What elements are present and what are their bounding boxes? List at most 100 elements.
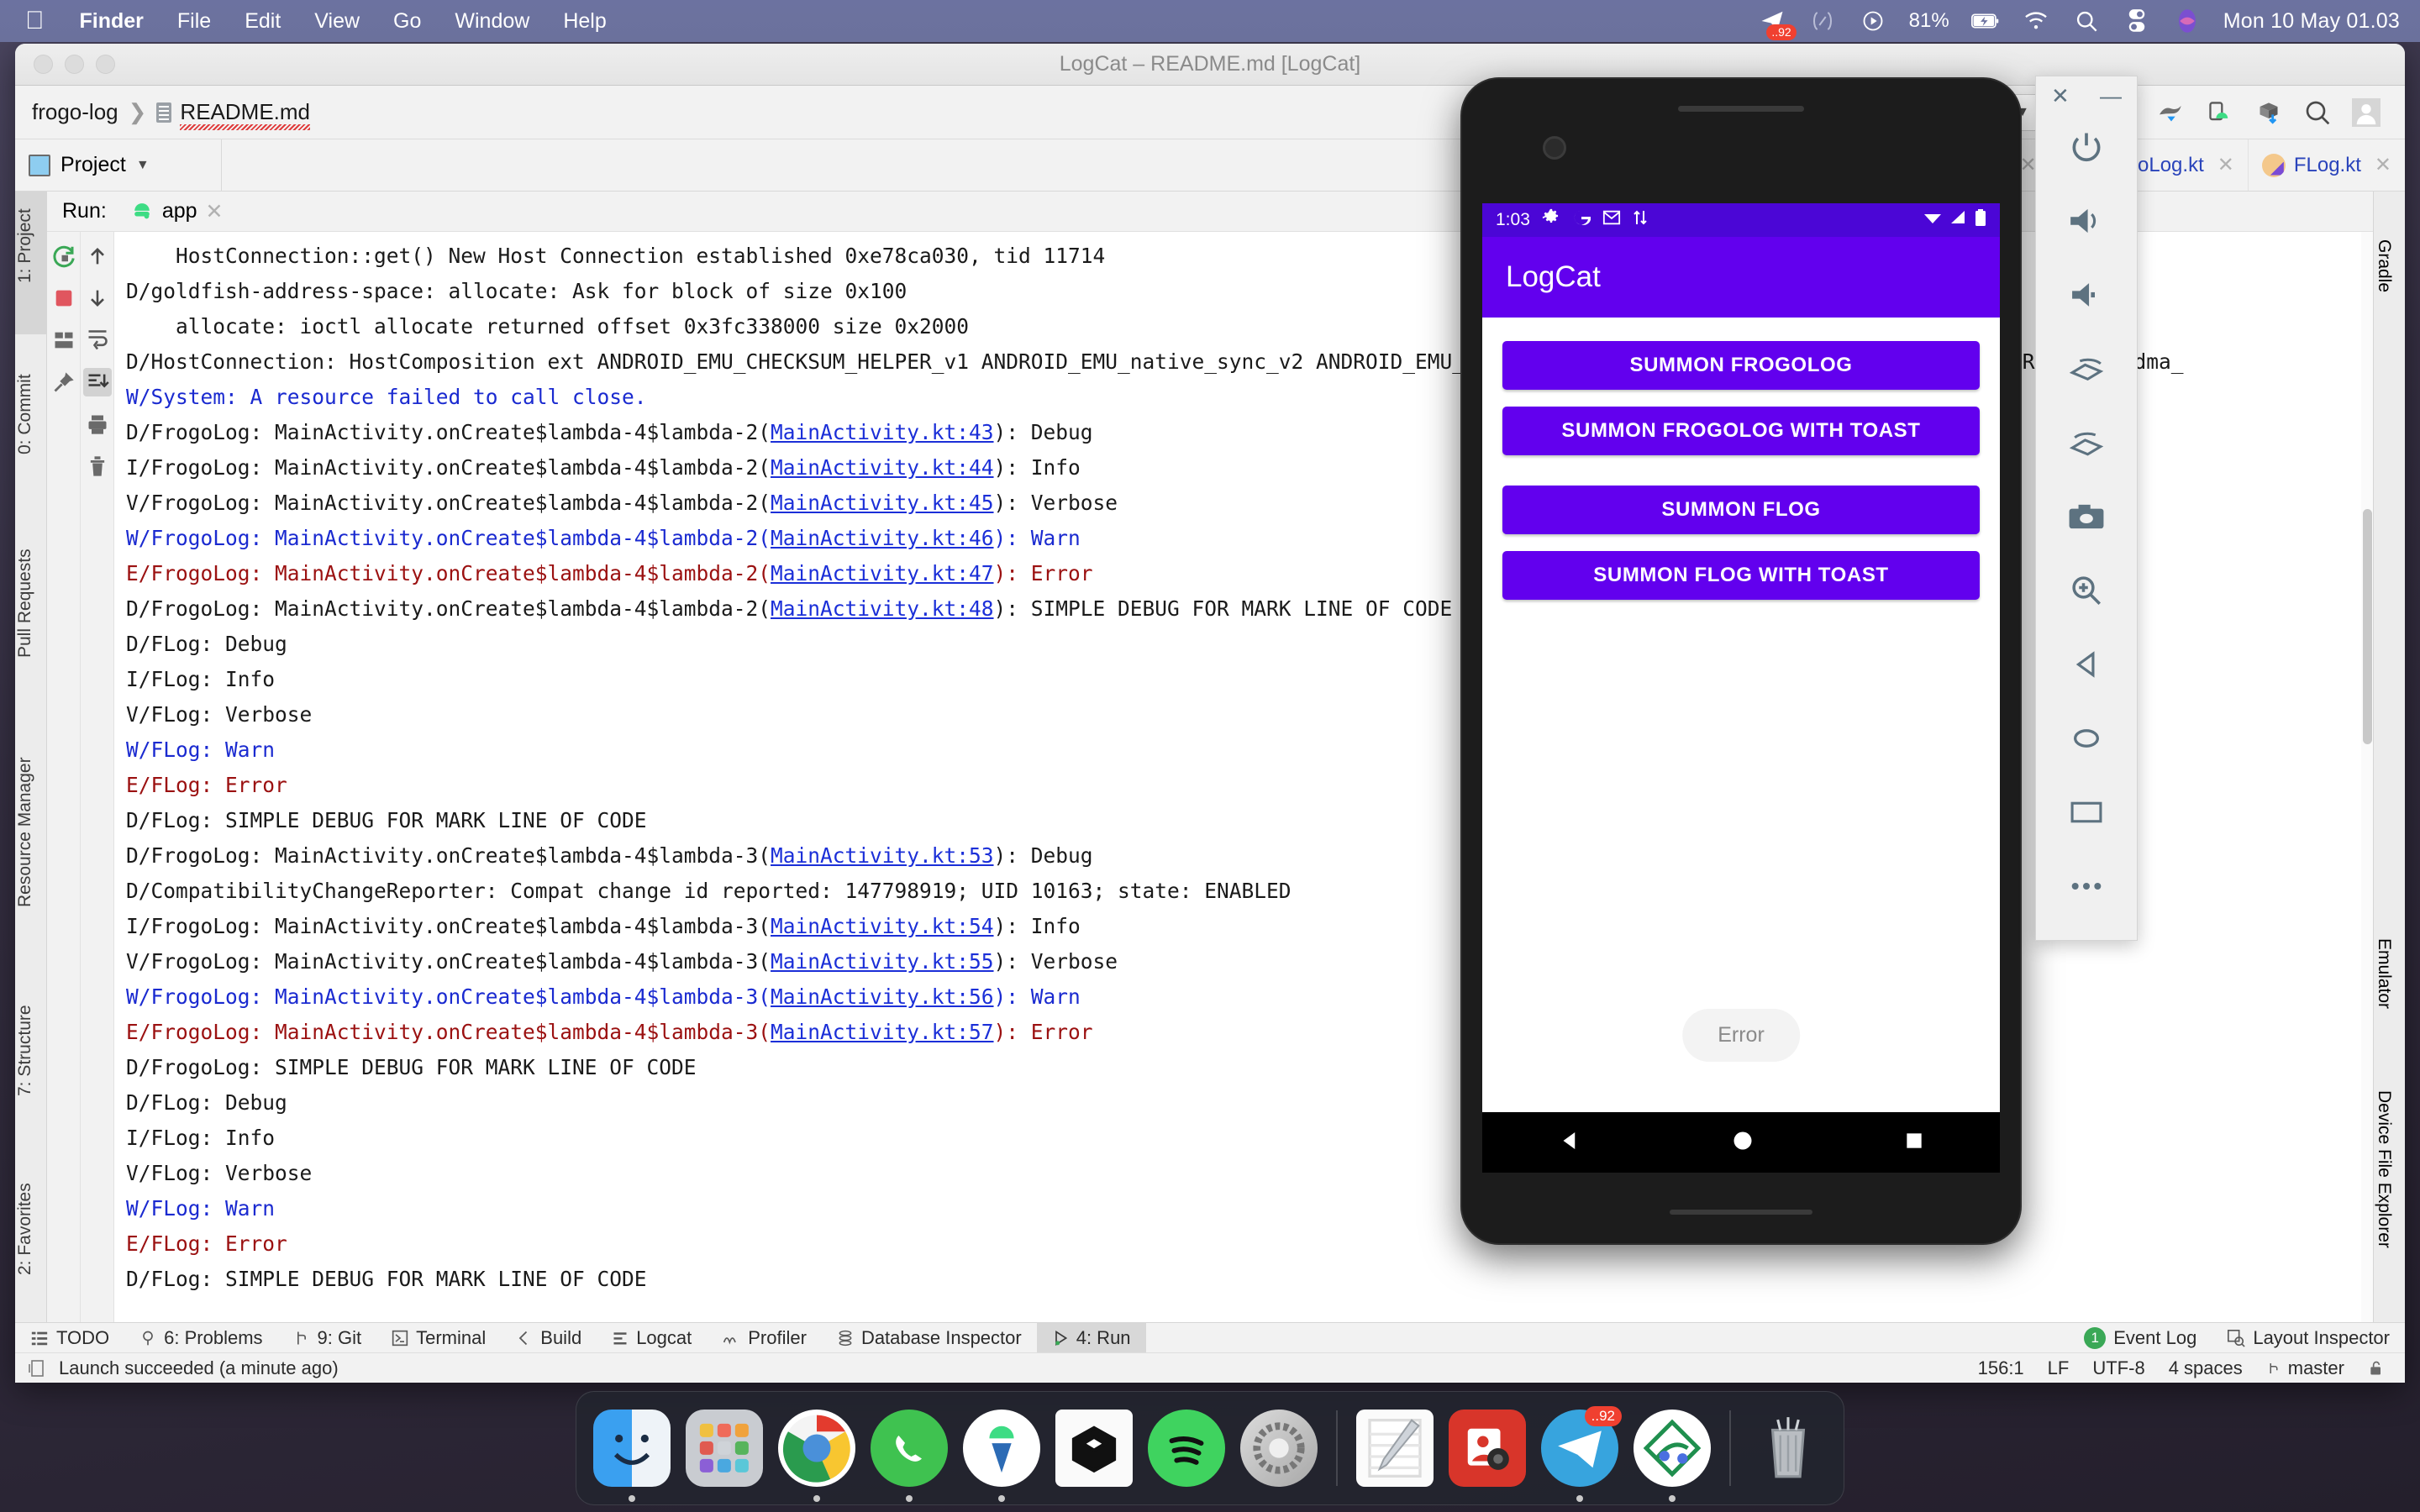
volume-down-icon[interactable] [2036,258,2137,332]
bottom-tab-todo[interactable]: TODO [15,1323,124,1352]
sdk-manager-icon[interactable] [2252,96,2286,129]
soft-wrap-icon[interactable] [83,326,112,354]
source-link[interactable]: MainActivity.kt:45 [771,491,994,515]
source-link[interactable]: MainActivity.kt:53 [771,843,994,868]
bottom-tab-problems[interactable]: 6: Problems [124,1323,277,1352]
scrollbar-thumb[interactable] [2363,509,2372,744]
dock-item-notes[interactable] [1351,1404,1439,1492]
print-icon[interactable] [83,410,112,438]
project-panel-selector[interactable]: Project ▼ [15,139,222,191]
bottom-tab-profiler[interactable]: Profiler [707,1323,822,1352]
down-arrow-icon[interactable] [83,284,112,312]
console-scrollbar[interactable] [2361,232,2373,1322]
bottom-tab-terminal[interactable]: Terminal [376,1323,501,1352]
avd-manager-icon[interactable] [2203,96,2237,129]
menu-edit[interactable]: Edit [228,9,297,34]
up-arrow-icon[interactable] [83,242,112,270]
recents-icon[interactable] [1903,1130,1925,1156]
control-center-icon[interactable] [2123,7,2151,35]
rotate-left-icon[interactable] [2036,332,2137,406]
menu-help[interactable]: Help [546,9,623,34]
back-icon[interactable] [1557,1128,1582,1158]
trash-icon[interactable] [83,452,112,480]
breadcrumb-file[interactable]: README.md [180,99,310,130]
git-branch[interactable]: master [2266,1357,2344,1379]
minimize-icon[interactable]: — [2100,85,2122,107]
menu-file[interactable]: File [160,9,228,34]
bottom-tab-build[interactable]: Build [501,1323,597,1352]
summon-frogolog-with-toast-button[interactable]: SUMMON FROGOLOG WITH TOAST [1502,407,1980,455]
dock-item-telegram[interactable]: ..92 [1536,1404,1623,1502]
dock-item-android-studio[interactable] [958,1404,1045,1502]
search-icon[interactable] [2072,7,2101,35]
dock-item-system-preferences[interactable] [1235,1404,1323,1492]
menu-finder[interactable]: Finder [63,9,160,34]
wifi-icon[interactable] [2022,7,2050,35]
close-icon[interactable]: ✕ [2051,85,2070,107]
sidebar-item-resource-manager[interactable]: Resource Manager [15,721,47,964]
indent-setting[interactable]: 4 spaces [2169,1357,2243,1379]
sidebar-item-structure[interactable]: 7: Structure [15,973,47,1149]
sidebar-item-pull-requests[interactable]: Pull Requests [15,517,47,711]
source-link[interactable]: MainActivity.kt:43 [771,420,994,444]
phone-screen[interactable]: 1:03 LogCat SUMMON FROGOLOG SUMMON FROGO… [1482,203,2000,1112]
dock-item-chrome[interactable] [773,1404,860,1502]
pin-icon[interactable] [50,368,78,396]
sidebar-item-emulator[interactable]: Emulator [2374,906,2405,1045]
screenshot-icon[interactable] [2036,480,2137,554]
zoom-icon[interactable] [2036,554,2137,627]
sidebar-item-project[interactable]: 1: Project [15,192,47,334]
power-icon[interactable] [2036,110,2137,184]
tab-flog-kt[interactable]: FLog.kt ✕ [2247,139,2405,191]
play-icon[interactable] [1859,7,1887,35]
memory-indicator-icon[interactable] [27,1358,47,1378]
bottom-tab-database-inspector[interactable]: Database Inspector [822,1323,1037,1352]
dock-item-keynote[interactable] [1444,1404,1531,1492]
bottom-tab-layout-inspector[interactable]: Layout Inspector [2212,1327,2405,1349]
source-link[interactable]: MainActivity.kt:47 [771,561,994,585]
sidebar-item-gradle[interactable]: Gradle [2374,192,2405,351]
home-icon[interactable] [1731,1129,1754,1157]
sidebar-item-favorites[interactable]: 2: Favorites [15,1156,47,1324]
overview-icon[interactable] [2036,775,2137,849]
close-icon[interactable]: ✕ [2020,153,2037,177]
rerun-icon[interactable] [50,242,78,270]
menu-window[interactable]: Window [438,9,546,34]
volume-up-icon[interactable] [2036,184,2137,258]
caret-position[interactable]: 156:1 [1978,1357,2024,1379]
summon-frogolog-button[interactable]: SUMMON FROGOLOG [1502,341,1980,390]
sidebar-item-device-file-explorer[interactable]: Device File Explorer [2374,1053,2405,1289]
telegram-menubar-icon[interactable]: ..92 [1758,7,1797,40]
file-encoding[interactable]: UTF-8 [2092,1357,2144,1379]
stop-icon[interactable] [50,284,78,312]
close-icon[interactable]: ✕ [206,199,224,224]
sync-gradle-icon[interactable] [2154,96,2188,129]
sidebar-item-commit[interactable]: 0: Commit [15,341,47,509]
dock-item-finder[interactable] [588,1404,676,1502]
unlock-icon[interactable] [2368,1359,2385,1378]
back-icon[interactable] [2036,627,2137,701]
search-icon[interactable] [2301,96,2334,129]
dock-item-trash[interactable] [1744,1404,1832,1492]
breadcrumb-project[interactable]: frogo-log [32,99,118,125]
dock-item-launchpad[interactable] [681,1404,768,1492]
siri-icon[interactable] [2173,7,2202,35]
summon-flog-with-toast-button[interactable]: SUMMON FLOG WITH TOAST [1502,551,1980,600]
more-icon[interactable] [2036,849,2137,923]
line-separator[interactable]: LF [2048,1357,2070,1379]
source-link[interactable]: MainActivity.kt:57 [771,1020,994,1044]
close-icon[interactable]: ✕ [2375,153,2391,177]
menu-go[interactable]: Go [376,9,438,34]
bottom-tab-run[interactable]: 4: Run [1036,1323,1146,1352]
source-link[interactable]: MainActivity.kt:56 [771,984,994,1009]
source-link[interactable]: MainActivity.kt:44 [771,455,994,480]
bottom-tab-event-log[interactable]: 1 Event Log [2069,1326,2212,1349]
dock-item-unity[interactable] [1050,1404,1138,1492]
bottom-tab-git[interactable]: 9: Git [278,1323,377,1352]
dock-item-xd[interactable] [1628,1404,1716,1502]
dock-item-whatsapp[interactable] [865,1404,953,1502]
run-console-output[interactable]: HostConnection::get() New Host Connectio… [114,232,2373,1322]
bottom-tab-logcat[interactable]: Logcat [597,1323,707,1352]
source-link[interactable]: MainActivity.kt:46 [771,526,994,550]
source-link[interactable]: MainActivity.kt:54 [771,914,994,938]
